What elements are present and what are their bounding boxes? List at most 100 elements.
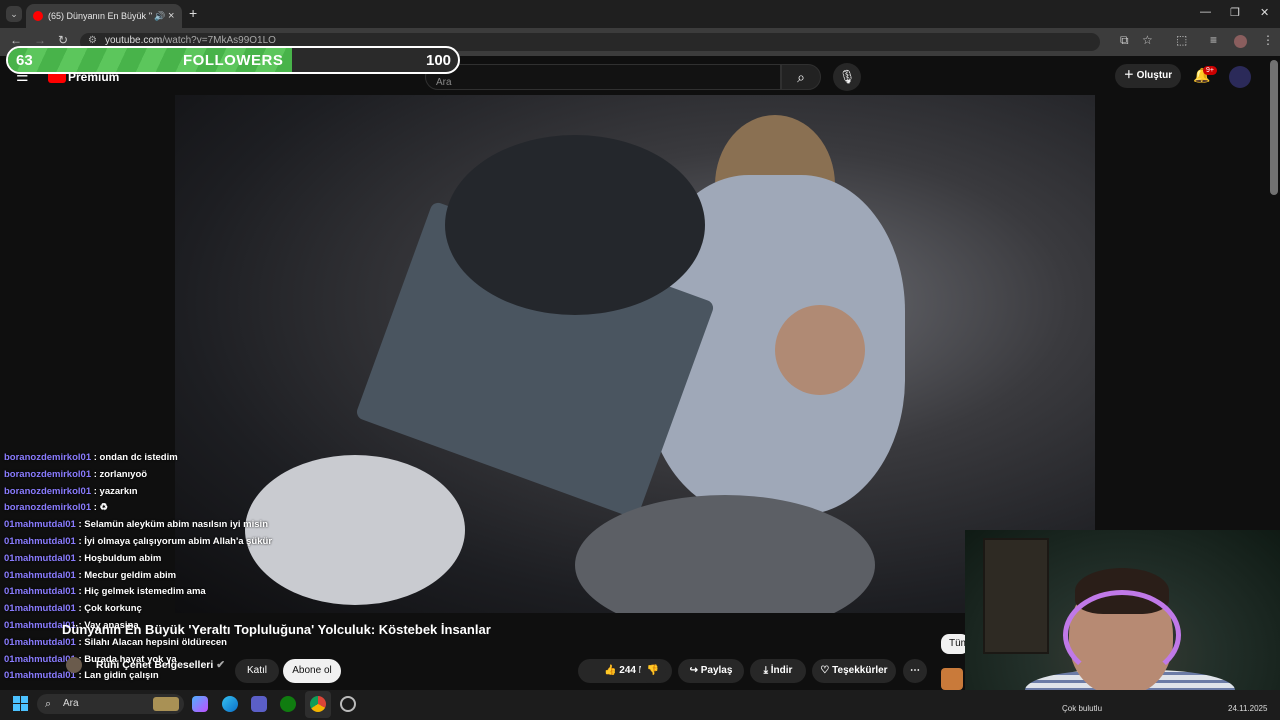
chat-username: 01mahmutdal01 [4, 535, 76, 547]
chat-text: : ♻ [93, 502, 109, 514]
chat-username: 01mahmutdal01 [4, 586, 76, 598]
profile-avatar-icon[interactable] [1234, 35, 1247, 48]
copilot-icon[interactable] [192, 696, 208, 712]
xbox-icon[interactable] [280, 696, 296, 712]
windows-start-icon[interactable] [13, 696, 28, 711]
recommended-video-thumbnail[interactable] [941, 668, 963, 690]
streamer-webcam [965, 530, 1280, 710]
download-button[interactable]: ⤓ İndir [750, 659, 806, 683]
browser-menu-icon[interactable]: ⋮ [1262, 33, 1274, 47]
join-button[interactable]: Katıl [235, 659, 279, 683]
super-thanks-icon: ♡ [820, 665, 830, 676]
webcam-background-door [983, 538, 1049, 654]
forward-arrow-icon[interactable]: → [34, 33, 46, 47]
tab-title: (65) Dünyanın En Büyük 'Ye… [48, 11, 152, 21]
notification-badge: 9+ [1203, 66, 1217, 75]
reload-icon[interactable]: ↻ [58, 33, 68, 47]
obs-studio-icon[interactable] [340, 696, 356, 712]
back-arrow-icon[interactable]: ← [10, 33, 22, 47]
chat-message: 01mahmutdal01 : Selamün aleyküm abim nas… [4, 517, 304, 534]
chat-text: : zorlanıyoö [93, 468, 148, 480]
chat-username: boranozdemirkol01 [4, 502, 92, 514]
close-window-button[interactable]: ✕ [1260, 6, 1269, 19]
taskbar-date[interactable]: 24.11.2025 [1228, 704, 1267, 713]
chat-message: 01mahmutdal01 : Silahı Alacan hepsini öl… [4, 635, 304, 652]
chat-message: boranozdemirkol01 : ondan dc istedim [4, 450, 304, 467]
search-input[interactable]: Ara [425, 64, 781, 90]
video-title: Dünyanın En Büyük 'Yeraltı Topluluğuna' … [62, 622, 491, 637]
thumbs-down-icon: 👎 [646, 665, 660, 676]
chat-text: : Lan gidin çalışın [78, 670, 159, 682]
stream-chat-overlay: boranozdemirkol01 : ondan dc istedim bora… [4, 450, 304, 685]
chat-text: : Selamün aleyküm abim nasılsın iyi misi… [78, 519, 268, 531]
maximize-button[interactable]: ❐ [1230, 6, 1240, 19]
share-arrow-icon: ↪ [689, 665, 698, 676]
chat-text: : Silahı Alacan hepsini öldürecen [78, 636, 227, 648]
chat-message: 01mahmutdal01 : İyi olmaya çalışıyorum a… [4, 534, 304, 551]
minimize-button[interactable]: — [1200, 6, 1211, 18]
page-scrollbar[interactable] [1270, 60, 1278, 195]
chat-text: : Çok korkunç [78, 603, 142, 615]
chat-username: 01mahmutdal01 [4, 519, 76, 531]
chat-message: boranozdemirkol01 : yazarkın [4, 484, 304, 501]
taskbar-search-box[interactable]: ⌕ Ara [37, 694, 184, 714]
microphone-icon[interactable]: 🎙 [833, 63, 861, 91]
chat-message: 01mahmutdal01 : Hoşbuldum abim [4, 551, 304, 568]
chat-message: 01mahmutdal01 : Mecbur geldim abim [4, 568, 304, 585]
chat-message: boranozdemirkol01 : ♻ [4, 500, 304, 517]
thanks-button[interactable]: ♡ Teşekkürler [812, 659, 896, 683]
new-tab-button[interactable]: + [189, 5, 197, 21]
teams-icon[interactable] [251, 696, 267, 712]
media-controls-icon[interactable]: ≡ [1210, 33, 1217, 47]
video-frame-bags [445, 135, 705, 315]
share-button[interactable]: ↪ Paylaş [678, 659, 744, 683]
account-avatar[interactable] [1229, 66, 1251, 88]
followers-label: FOLLOWERS [183, 52, 284, 69]
bookmark-star-icon[interactable]: ☆ [1142, 33, 1153, 47]
chat-text: : yazarkın [93, 485, 138, 497]
create-button[interactable]: ＋ Oluştur [1115, 64, 1181, 88]
chat-username: boranozdemirkol01 [4, 485, 92, 497]
followers-goal-widget: 63 FOLLOWERS 100 [6, 46, 460, 74]
channel-avatar[interactable] [66, 657, 82, 673]
video-frame-hand [775, 305, 865, 395]
edge-browser-icon[interactable] [222, 696, 238, 712]
subscribe-button[interactable]: Abone ol [283, 659, 341, 683]
more-actions-button[interactable]: ⋯ [903, 659, 927, 683]
chat-username: 01mahmutdal01 [4, 552, 76, 564]
chat-text: : Mecbur geldim abim [78, 569, 177, 581]
extensions-icon[interactable]: ⬚ [1176, 33, 1187, 47]
webcam-headset [1063, 590, 1181, 680]
channel-name[interactable]: Ruhi Çenet Belgeselleri ✔ [96, 659, 225, 671]
chat-username: 01mahmutdal01 [4, 569, 76, 581]
tab-list-dropdown-icon[interactable]: ⌄ [6, 6, 22, 22]
chat-username: boranozdemirkol01 [4, 452, 92, 463]
verified-check-icon: ✔ [216, 659, 226, 671]
dislike-button[interactable]: 👎 [640, 659, 666, 683]
chrome-icon[interactable] [310, 696, 326, 712]
followers-current-count: 63 [16, 52, 33, 69]
weather-status[interactable]: Çok bulutlu [1062, 704, 1102, 713]
search-icon: ⌕ [45, 698, 52, 710]
chat-message: 01mahmutdal01 : Hiç gelmek istemedim ama [4, 584, 304, 601]
chat-message: 01mahmutdal01 : Çok korkunç [4, 601, 304, 618]
chat-text: : İyi olmaya çalışıyorum abim Allah'a şü… [78, 535, 273, 547]
youtube-favicon-icon [33, 11, 43, 21]
audio-playing-icon[interactable]: 🔊 [154, 4, 165, 28]
video-player[interactable] [175, 95, 1095, 613]
url-text[interactable]: youtube.com/watch?v=7MkAs99O1LO [105, 35, 276, 46]
chat-message: boranozdemirkol01 : zorlanıyoö [4, 467, 304, 484]
site-info-icon[interactable]: ⚙ [88, 35, 97, 46]
search-highlight-image [153, 697, 179, 711]
chat-username: 01mahmutdal01 [4, 653, 76, 665]
search-icon[interactable]: ⌕ [781, 64, 821, 90]
chat-username: 01mahmutdal01 [4, 670, 76, 682]
chat-username: 01mahmutdal01 [4, 603, 76, 615]
browser-tab-active[interactable]: (65) Dünyanın En Büyük 'Ye… 🔊 × [26, 4, 182, 28]
chat-username: boranozdemirkol01 [4, 468, 92, 480]
tab-close-icon[interactable]: × [168, 4, 174, 28]
download-icon: ⤓ [763, 665, 768, 676]
install-app-icon[interactable]: ⧉ [1120, 33, 1129, 48]
chat-text: : Hoşbuldum abim [78, 552, 162, 564]
thumbs-up-icon: 👍 [604, 665, 617, 676]
